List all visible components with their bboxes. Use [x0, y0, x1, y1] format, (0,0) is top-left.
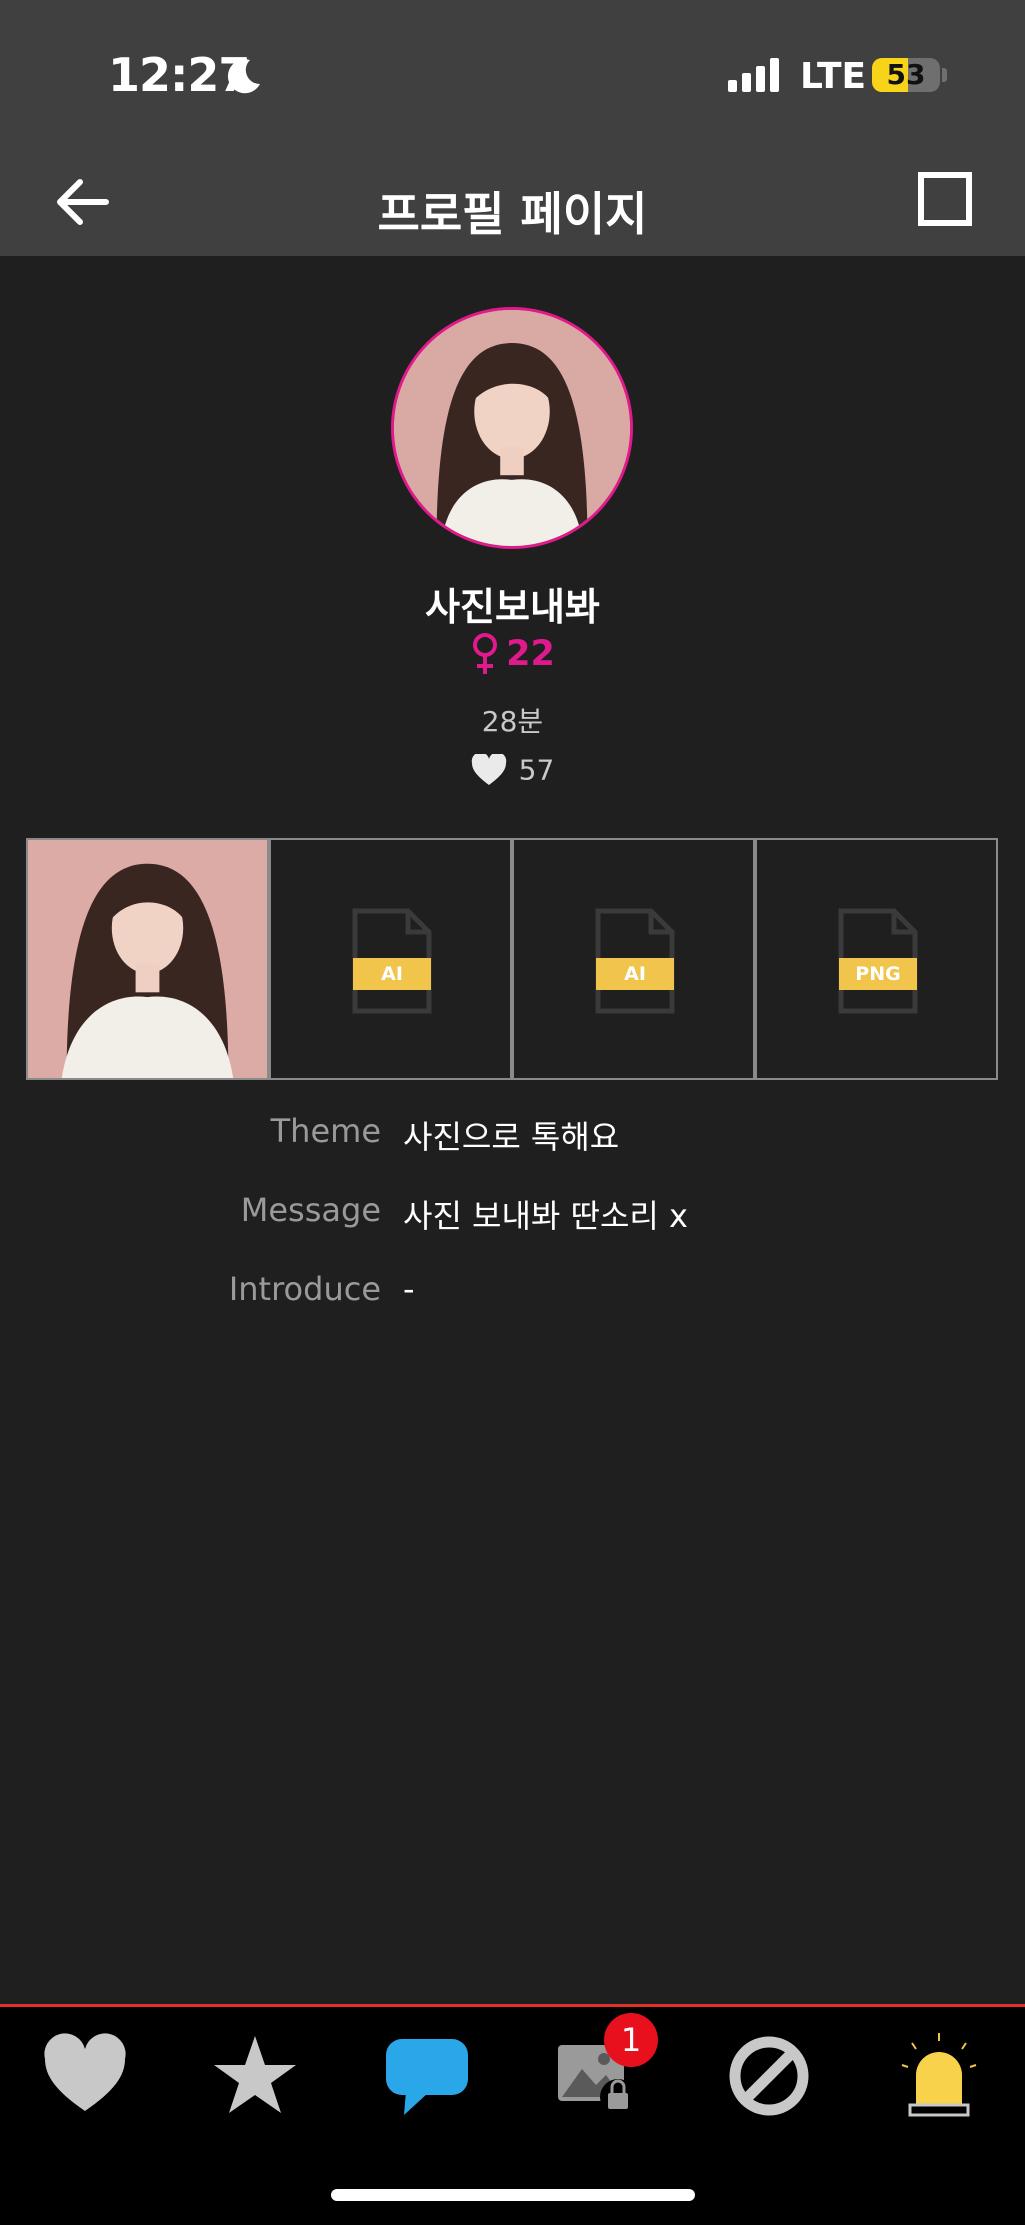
star-icon[interactable] [210, 2031, 300, 2121]
gallery-file[interactable]: AI [512, 838, 755, 1080]
profile-name: 사진보내봐 [425, 585, 600, 629]
female-icon [473, 633, 498, 674]
square-icon[interactable] [918, 172, 972, 226]
page-title: 프로필 페이지 [377, 187, 648, 241]
gallery-file[interactable]: PNG [755, 838, 998, 1080]
profile-avatar[interactable] [391, 307, 633, 549]
heart-icon [471, 754, 506, 785]
info-value: 사진으로 톡해요 [403, 1118, 620, 1156]
file-type-badge: AI [596, 958, 674, 990]
info-value: - [403, 1270, 415, 1308]
info-value: 사진 보내봐 딴소리 x [403, 1197, 688, 1235]
portrait-image [394, 310, 630, 546]
home-indicator [331, 2189, 695, 2201]
battery-icon: 53 [872, 58, 940, 92]
portrait-image [28, 840, 267, 1078]
gallery-photo[interactable] [26, 838, 269, 1080]
likes: 57 [0, 752, 1025, 787]
gallery-file[interactable]: AI [269, 838, 512, 1080]
photo-gallery: AI AI PNG [26, 838, 999, 1080]
moon-icon [227, 59, 260, 94]
info-label: Message [240, 1191, 381, 1229]
siren-icon[interactable] [894, 2031, 984, 2121]
battery-tip [942, 68, 947, 82]
info-row-introduce: Introduce - [0, 1270, 1025, 1320]
file-type-badge: PNG [839, 958, 917, 990]
info-label: Theme [270, 1112, 381, 1150]
likes-count: 57 [518, 753, 555, 787]
notification-badge: 1 [604, 2013, 658, 2067]
info-label: Introduce [228, 1270, 381, 1308]
file-type-badge: AI [353, 958, 431, 990]
age: 22 [506, 634, 555, 674]
network-type: LTE [800, 56, 867, 97]
last-seen: 28분 [481, 705, 544, 738]
cellular-signal-icon [728, 58, 779, 92]
gender-age: 22 [0, 632, 1025, 676]
status-bar: 12:27 LTE 53 [0, 0, 1025, 150]
info-row-theme: Theme 사진으로 톡해요 [0, 1112, 1025, 1162]
info-row-message: Message 사진 보내봐 딴소리 x [0, 1191, 1025, 1241]
chat-bubble-icon[interactable] [382, 2031, 472, 2121]
heart-icon[interactable] [40, 2031, 130, 2121]
battery-percent: 53 [886, 58, 926, 91]
block-icon[interactable] [724, 2031, 814, 2121]
nav-bar: 프로필 페이지 [0, 150, 1025, 256]
